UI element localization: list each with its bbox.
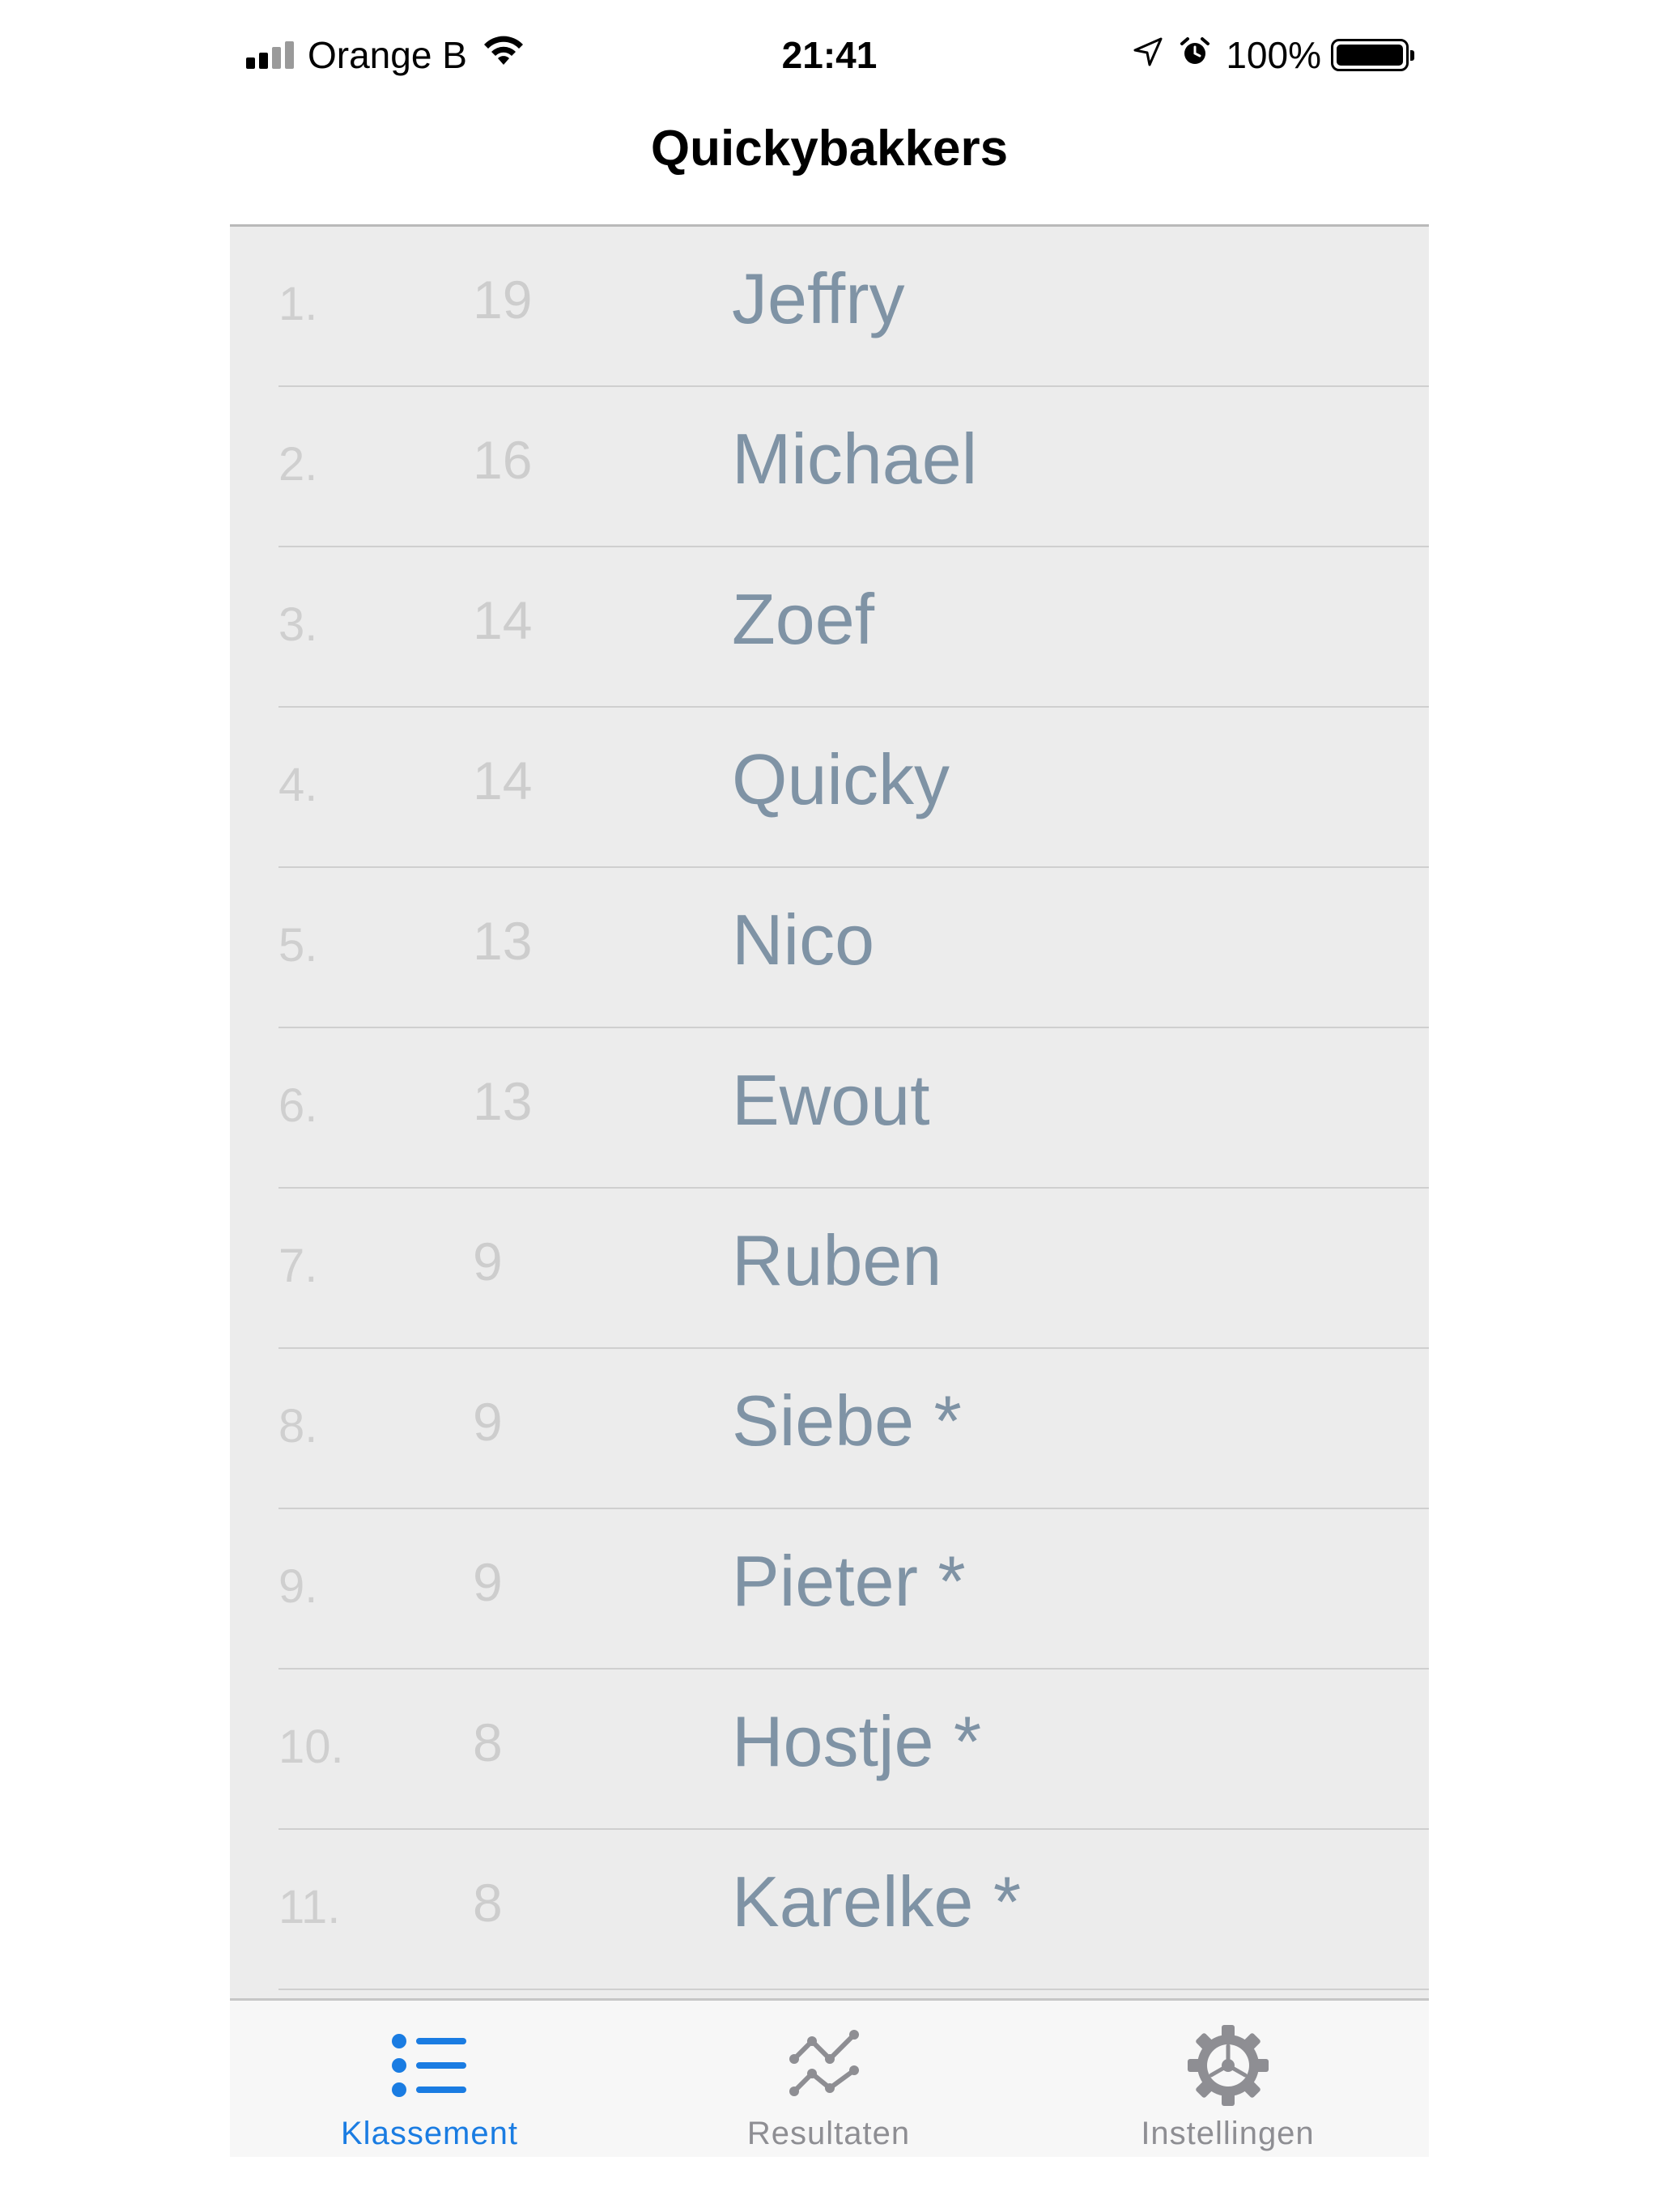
rank-label: 3. bbox=[278, 598, 318, 651]
player-name: Quicky bbox=[732, 739, 950, 819]
player-name: Pieter * bbox=[732, 1541, 966, 1621]
score-label: 9 bbox=[473, 1552, 503, 1612]
tab-bar: Klassement Resultaten Instellingen bbox=[230, 1998, 1429, 2157]
rank-label: 9. bbox=[278, 1560, 318, 1613]
score-label: 14 bbox=[473, 590, 533, 650]
table-row[interactable]: 8. 9 Siebe * bbox=[230, 1349, 1429, 1509]
rank-label: 4. bbox=[278, 759, 318, 811]
table-row[interactable]: 4. 14 Quicky bbox=[230, 708, 1429, 868]
player-name: Zoef bbox=[732, 579, 875, 659]
location-arrow-icon bbox=[1132, 33, 1164, 77]
battery-percentage: 100% bbox=[1226, 34, 1321, 76]
gear-icon bbox=[1184, 2025, 1273, 2106]
player-name: Nico bbox=[732, 900, 875, 980]
score-label: 9 bbox=[473, 1392, 503, 1452]
score-label: 13 bbox=[473, 1071, 533, 1131]
rank-label: 5. bbox=[278, 919, 318, 972]
tab-label: Instellingen bbox=[1141, 2116, 1315, 2151]
status-right: 100% bbox=[1132, 31, 1414, 79]
tab-klassement[interactable]: Klassement bbox=[230, 2001, 629, 2157]
score-label: 19 bbox=[473, 270, 533, 330]
battery-icon bbox=[1331, 39, 1414, 71]
rank-label: 11. bbox=[278, 1881, 341, 1933]
player-name: Michael bbox=[732, 419, 978, 499]
score-label: 8 bbox=[473, 1712, 503, 1772]
score-label: 13 bbox=[473, 911, 533, 971]
player-name: Karelke * bbox=[732, 1861, 1022, 1942]
player-name: Ruben bbox=[732, 1220, 942, 1300]
table-row[interactable]: 7. 9 Ruben bbox=[230, 1189, 1429, 1349]
tab-label: Resultaten bbox=[746, 2116, 911, 2151]
status-bar: Orange B 21:41 100% bbox=[230, 0, 1429, 107]
alarm-icon bbox=[1179, 33, 1211, 77]
table-row[interactable]: 2. 16 Michael bbox=[230, 387, 1429, 547]
score-label: 16 bbox=[473, 430, 533, 490]
chart-line-icon bbox=[784, 2025, 874, 2106]
tab-label: Klassement bbox=[341, 2116, 518, 2151]
table-row[interactable]: 10. 8 Hostje * bbox=[230, 1670, 1429, 1830]
player-name: Siebe * bbox=[732, 1380, 962, 1461]
player-name: Jeffry bbox=[732, 258, 905, 338]
rank-label: 2. bbox=[278, 438, 318, 491]
player-name: Ewout bbox=[732, 1060, 930, 1140]
table-row[interactable]: 3. 14 Zoef bbox=[230, 547, 1429, 708]
rank-label: 10. bbox=[278, 1721, 344, 1773]
table-row[interactable]: 5. 13 Nico bbox=[230, 868, 1429, 1028]
player-name: Hostje * bbox=[732, 1701, 982, 1781]
rank-label: 6. bbox=[278, 1079, 318, 1132]
table-row[interactable]: 6. 13 Ewout bbox=[230, 1028, 1429, 1189]
rank-label: 7. bbox=[278, 1240, 318, 1292]
app-screen: Orange B 21:41 100% Quickybakkers 1. 19 … bbox=[230, 0, 1429, 2212]
row-divider bbox=[278, 1989, 1429, 1990]
tab-resultaten[interactable]: Resultaten bbox=[629, 2001, 1028, 2157]
ranking-list[interactable]: 1. 19 Jeffry 2. 16 Michael 3. 14 Zoef 4.… bbox=[230, 227, 1429, 1998]
score-label: 8 bbox=[473, 1873, 503, 1933]
list-icon bbox=[385, 2025, 474, 2106]
table-row[interactable]: 9. 9 Pieter * bbox=[230, 1509, 1429, 1670]
page-title: Quickybakkers bbox=[650, 121, 1009, 177]
table-row[interactable]: 1. 19 Jeffry bbox=[230, 227, 1429, 387]
table-row[interactable]: 11. 8 Karelke * bbox=[230, 1830, 1429, 1990]
rank-label: 1. bbox=[278, 278, 318, 330]
rank-label: 8. bbox=[278, 1400, 318, 1453]
score-label: 14 bbox=[473, 751, 533, 810]
score-label: 9 bbox=[473, 1231, 503, 1291]
tab-instellingen[interactable]: Instellingen bbox=[1028, 2001, 1427, 2157]
